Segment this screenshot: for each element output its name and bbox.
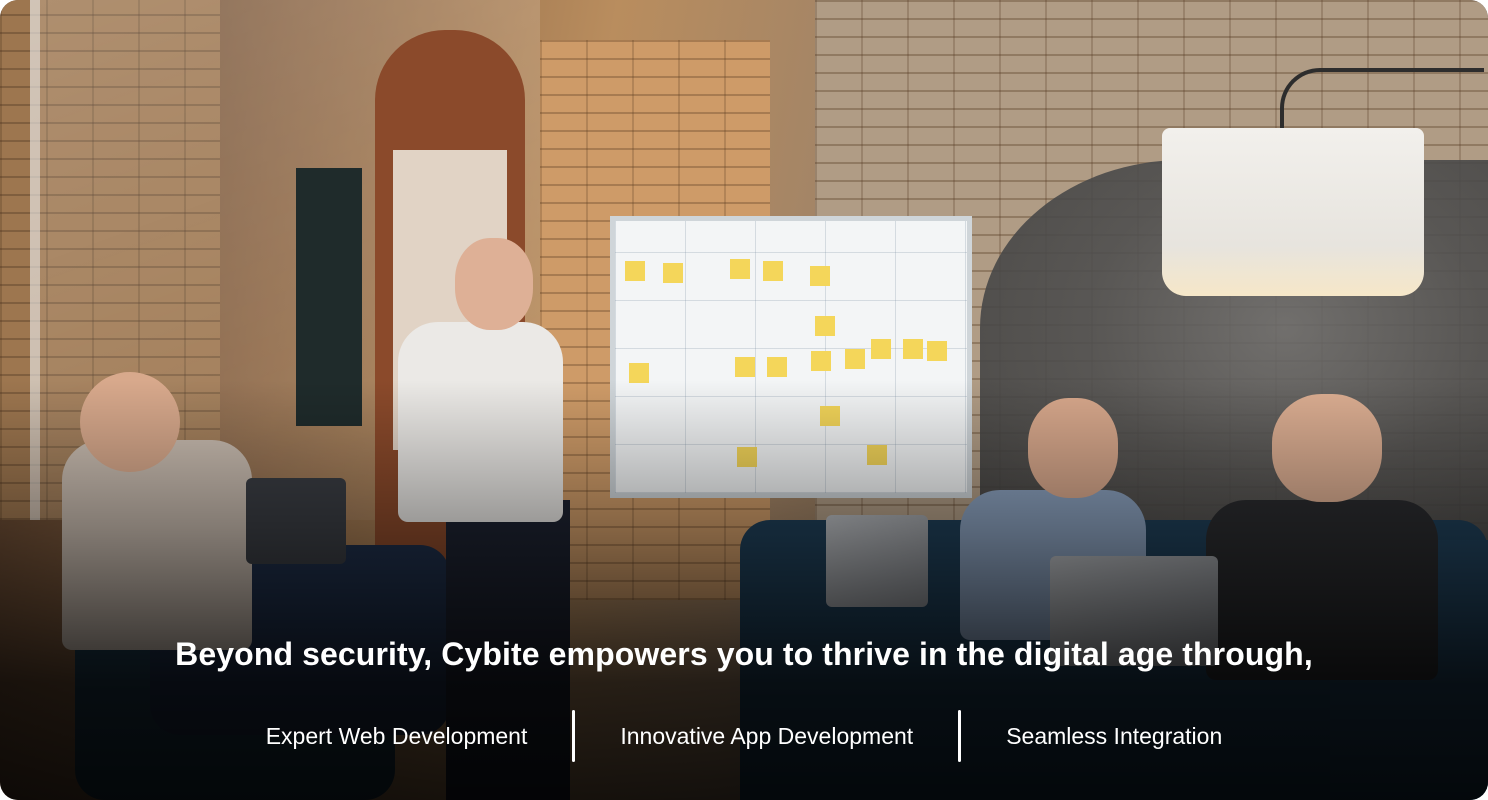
sticky-note <box>763 261 783 281</box>
sticky-note <box>903 339 923 359</box>
sticky-note <box>927 341 947 361</box>
sticky-note <box>871 339 891 359</box>
banner-headline: Beyond security, Cybite empowers you to … <box>175 636 1313 672</box>
sticky-note <box>730 259 750 279</box>
sticky-note <box>815 316 835 336</box>
sticky-note <box>625 261 645 281</box>
sticky-note <box>663 263 683 283</box>
floor-lamp-shade <box>1162 128 1424 296</box>
sticky-note <box>735 357 755 377</box>
service-app-development: Innovative App Development <box>620 723 914 749</box>
services-list: Expert Web Development Innovative App De… <box>0 708 1488 764</box>
sticky-note <box>810 266 830 286</box>
sticky-note <box>767 357 787 377</box>
sticky-note <box>811 351 831 371</box>
sticky-note <box>845 349 865 369</box>
hero-banner: Beyond security, Cybite empowers you to … <box>0 0 1488 800</box>
service-web-development: Expert Web Development <box>265 723 528 749</box>
service-integration: Seamless Integration <box>1006 723 1223 749</box>
person-presenting-head <box>455 238 533 330</box>
